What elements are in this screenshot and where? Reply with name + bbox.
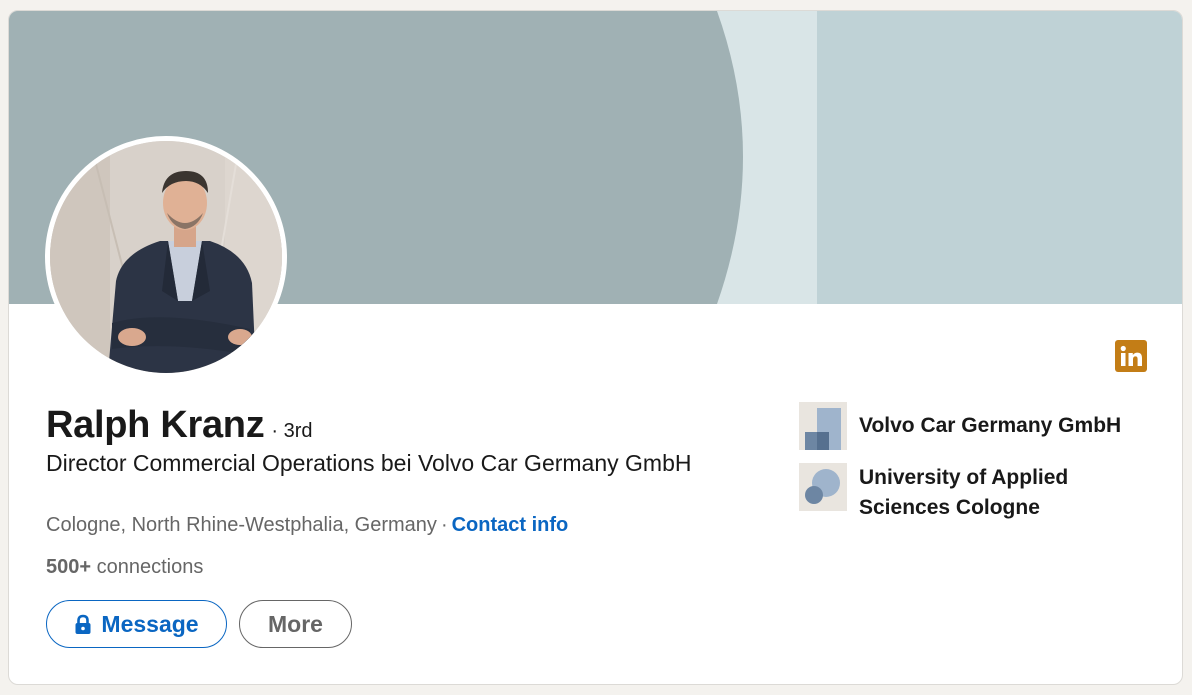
connections-count[interactable]: 500+ connections: [46, 556, 203, 579]
location-separator: ·: [440, 514, 448, 536]
profile-name-row: Ralph Kranz · 3rd: [46, 404, 313, 447]
school-name: University of Applied Sciences Cologne: [859, 466, 1069, 519]
profile-photo[interactable]: [45, 136, 287, 378]
message-button-label: Message: [101, 610, 199, 637]
profile-location: Cologne, North Rhine-Westphalia, Germany: [46, 514, 437, 536]
linkedin-icon: [1115, 340, 1147, 372]
lock-icon: [74, 614, 92, 635]
school-logo-icon: [799, 463, 847, 511]
company-logo-icon: [799, 402, 847, 450]
org-item-school[interactable]: University of Applied Sciences Cologne: [799, 463, 1159, 523]
profile-card: Ralph Kranz · 3rd Director Commercial Op…: [8, 10, 1183, 685]
location-row: Cologne, North Rhine-Westphalia, Germany…: [46, 514, 568, 537]
more-button[interactable]: More: [239, 600, 352, 648]
profile-headline: Director Commercial Operations bei Volvo…: [46, 450, 692, 476]
more-button-label: More: [268, 610, 323, 637]
org-item-company[interactable]: Volvo Car Germany GmbH: [799, 402, 1159, 450]
company-name: Volvo Car Germany GmbH: [859, 414, 1122, 437]
contact-info-link[interactable]: Contact info: [452, 514, 569, 536]
connections-number: 500+: [46, 556, 92, 578]
connections-label: connections: [96, 556, 204, 578]
message-button[interactable]: Message: [46, 600, 227, 648]
connection-degree: · 3rd: [271, 420, 313, 442]
profile-name: Ralph Kranz: [46, 404, 265, 446]
